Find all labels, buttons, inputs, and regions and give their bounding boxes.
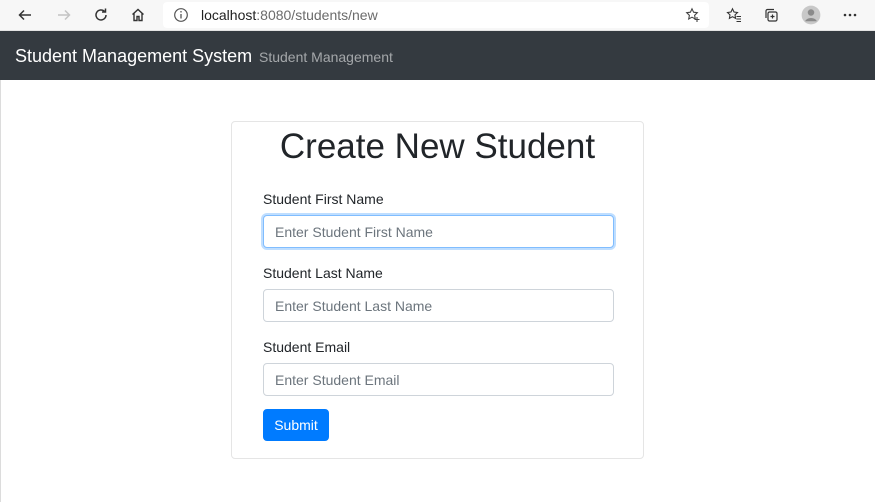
profile-button[interactable] bbox=[798, 3, 824, 27]
url-path: :8080/students/new bbox=[256, 7, 378, 23]
email-input[interactable] bbox=[263, 363, 614, 396]
page-title: Create New Student bbox=[279, 127, 596, 166]
forward-button[interactable] bbox=[51, 3, 77, 27]
favorites-button[interactable] bbox=[721, 3, 747, 27]
back-button[interactable] bbox=[12, 3, 38, 27]
more-menu-button[interactable] bbox=[837, 3, 863, 27]
more-menu-icon bbox=[843, 13, 857, 17]
url-text[interactable]: localhost:8080/students/new bbox=[201, 6, 378, 24]
nav-link-student-management[interactable]: Student Management bbox=[259, 49, 393, 65]
browser-toolbar: localhost:8080/students/new bbox=[0, 0, 875, 31]
address-bar[interactable]: localhost:8080/students/new bbox=[163, 2, 709, 28]
reload-button[interactable] bbox=[88, 3, 114, 27]
first-name-label: Student First Name bbox=[263, 191, 384, 207]
collections-button[interactable] bbox=[758, 3, 784, 27]
favorites-icon bbox=[726, 7, 741, 23]
email-label: Student Email bbox=[263, 339, 351, 355]
info-icon[interactable] bbox=[173, 7, 189, 23]
reload-icon bbox=[95, 8, 107, 21]
back-arrow-icon bbox=[18, 9, 31, 21]
url-host: localhost bbox=[201, 7, 257, 23]
add-favorite-icon[interactable] bbox=[685, 7, 701, 23]
page-left-border bbox=[0, 80, 1, 502]
collections-icon bbox=[765, 8, 778, 22]
last-name-input[interactable] bbox=[263, 289, 614, 322]
profile-avatar-icon bbox=[801, 5, 821, 25]
home-icon bbox=[132, 8, 144, 22]
last-name-label: Student Last Name bbox=[263, 265, 383, 281]
navbar: Student Management System Student Manage… bbox=[0, 31, 875, 80]
submit-button[interactable]: Submit bbox=[263, 409, 329, 441]
first-name-input[interactable] bbox=[263, 215, 614, 248]
forward-arrow-icon bbox=[58, 9, 71, 21]
navbar-brand[interactable]: Student Management System bbox=[15, 46, 252, 66]
create-student-card: Create New Student Student First Name St… bbox=[231, 121, 644, 459]
home-button[interactable] bbox=[125, 3, 151, 27]
